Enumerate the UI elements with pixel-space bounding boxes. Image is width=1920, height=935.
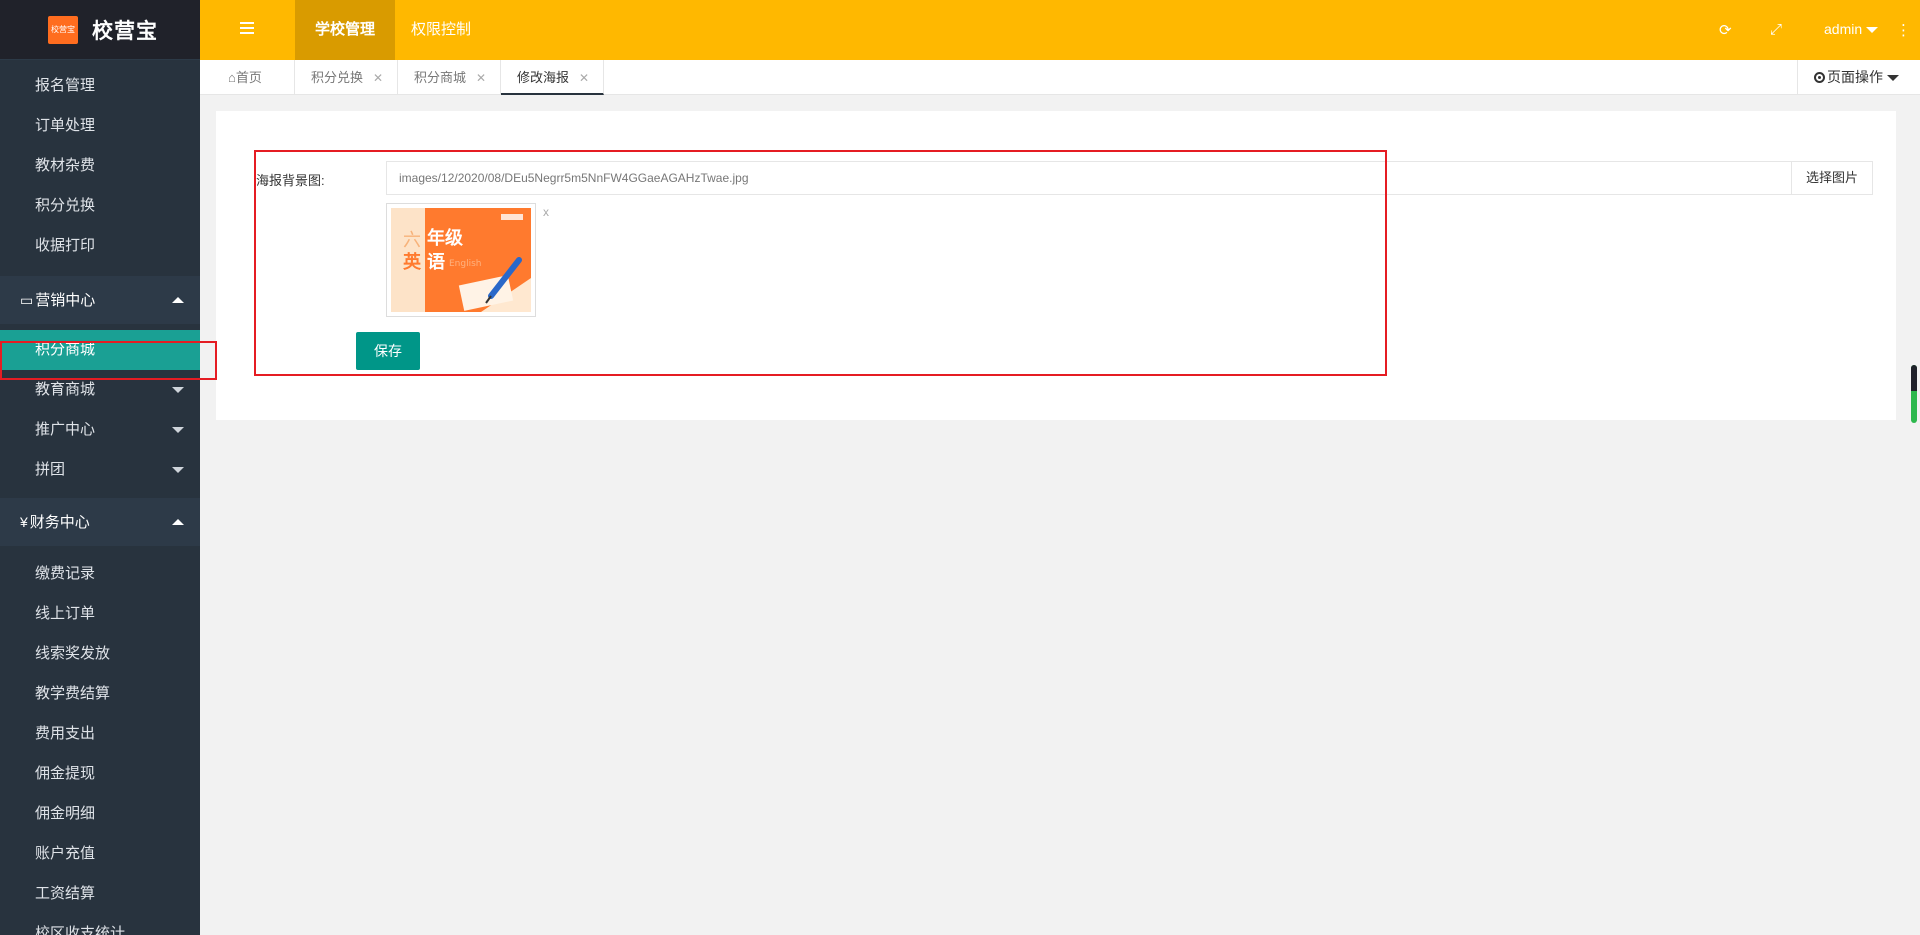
tab-label: 修改海报 <box>517 70 570 85</box>
sidebar-item-label: 缴费记录 <box>35 565 96 582</box>
close-icon[interactable]: ✕ <box>579 71 589 85</box>
sidebar-item-label: 收据打印 <box>35 237 96 254</box>
sidebar-item-promotion[interactable]: 推广中心 <box>0 410 200 450</box>
sidebar-item-label: 拼团 <box>35 461 66 478</box>
tab-edit-poster[interactable]: 修改海报 ✕ <box>501 60 604 95</box>
chevron-down-icon <box>1887 75 1899 82</box>
sidebar-item-top-1[interactable]: 订单处理 <box>0 106 200 146</box>
sidebar-item-finance-5[interactable]: 佣金提现 <box>0 754 200 794</box>
tab-label: 积分商城 <box>414 70 467 85</box>
sidebar: 校营宝 校营宝 报名管理 订单处理 教材杂费 积分兑换 收据打印 ▭ 营销中心 积分商城 … <box>0 0 200 935</box>
target-icon <box>1814 72 1825 83</box>
chevron-down-icon <box>1866 27 1879 34</box>
caret-up-icon <box>172 297 184 303</box>
sidebar-item-label: 推广中心 <box>35 421 96 438</box>
sidebar-item-label: 教育商城 <box>35 381 96 398</box>
scrollbar-thumb-top <box>1911 365 1917 391</box>
sidebar-item-label: 报名管理 <box>35 77 96 94</box>
sidebar-item-top-3[interactable]: 积分兑换 <box>0 186 200 226</box>
tab-label: 积分兑换 <box>311 70 364 85</box>
highlight-box-sidebar <box>0 341 217 380</box>
header-tab-permission[interactable]: 权限控制 <box>391 0 491 60</box>
caret-down-icon <box>172 467 184 473</box>
sidebar-group-label: 财务中心 <box>29 514 90 531</box>
caret-down-icon <box>172 387 184 393</box>
sidebar-group-marketing[interactable]: ▭ 营销中心 <box>0 276 200 324</box>
sidebar-item-label: 线索奖发放 <box>35 645 111 662</box>
user-menu[interactable]: admin <box>1824 21 1879 37</box>
sidebar-item-label: 佣金提现 <box>35 765 96 782</box>
menu-toggle-icon[interactable] <box>240 22 254 36</box>
refresh-icon[interactable]: ⟳ <box>1719 21 1732 39</box>
sidebar-item-top-4[interactable]: 收据打印 <box>0 226 200 266</box>
sidebar-group-label: 营销中心 <box>35 292 96 309</box>
tab-points-exchange[interactable]: 积分兑换 ✕ <box>295 60 398 95</box>
tab-home[interactable]: ⌂首页 <box>200 60 295 95</box>
fullscreen-icon[interactable]: ⤢ <box>1770 21 1782 38</box>
monitor-icon: ▭ <box>20 292 34 308</box>
home-icon: ⌂ <box>228 70 236 85</box>
sidebar-item-label: 教材杂费 <box>35 157 96 174</box>
caret-down-icon <box>172 427 184 433</box>
sidebar-item-label: 订单处理 <box>35 117 96 134</box>
close-icon[interactable]: ✕ <box>373 71 383 85</box>
sidebar-item-top-0[interactable]: 报名管理 <box>0 66 200 106</box>
sidebar-item-finance-6[interactable]: 佣金明细 <box>0 794 200 834</box>
page-ops-label: 页面操作 <box>1827 69 1883 85</box>
tab-label: 首页 <box>235 70 262 85</box>
logo-bar: 校营宝 校营宝 <box>0 0 200 60</box>
sidebar-item-finance-9[interactable]: 校区收支统计 <box>0 914 200 935</box>
app-name: 校营宝 <box>92 19 158 43</box>
sidebar-item-finance-2[interactable]: 线索奖发放 <box>0 634 200 674</box>
sidebar-item-group-buy[interactable]: 拼团 <box>0 450 200 490</box>
more-vertical-icon[interactable]: ⋮ <box>1896 21 1911 39</box>
sidebar-item-label: 费用支出 <box>35 725 96 742</box>
page-operations-dropdown[interactable]: 页面操作 <box>1797 60 1920 95</box>
sidebar-item-label: 线上订单 <box>35 605 96 622</box>
sidebar-item-top-2[interactable]: 教材杂费 <box>0 146 200 186</box>
sidebar-item-label: 工资结算 <box>35 885 96 902</box>
sidebar-item-label: 账户充值 <box>35 845 96 862</box>
sidebar-item-label: 佣金明细 <box>35 805 96 822</box>
sidebar-item-finance-1[interactable]: 线上订单 <box>0 594 200 634</box>
sidebar-item-label: 教学费结算 <box>35 685 111 702</box>
sidebar-item-finance-4[interactable]: 费用支出 <box>0 714 200 754</box>
select-image-button[interactable]: 选择图片 <box>1791 162 1872 194</box>
sidebar-group-finance[interactable]: ¥ 财务中心 <box>0 498 200 546</box>
sidebar-item-finance-3[interactable]: 教学费结算 <box>0 674 200 714</box>
highlight-box-form <box>254 150 1387 376</box>
tab-points-mall[interactable]: 积分商城 ✕ <box>398 60 501 95</box>
sidebar-item-label: 积分兑换 <box>35 197 96 214</box>
sidebar-item-finance-7[interactable]: 账户充值 <box>0 834 200 874</box>
username: admin <box>1824 21 1863 37</box>
close-icon[interactable]: ✕ <box>476 71 486 85</box>
yen-icon: ¥ <box>20 514 28 530</box>
caret-up-icon <box>172 519 184 525</box>
header-tab-school[interactable]: 学校管理 <box>295 0 396 60</box>
sidebar-item-finance-8[interactable]: 工资结算 <box>0 874 200 914</box>
sidebar-item-finance-0[interactable]: 缴费记录 <box>0 554 200 594</box>
top-header: 学校管理 权限控制 ⟳ ⤢ admin ⋮ <box>200 0 1920 60</box>
page-tabs-bar: ⌂首页 积分兑换 ✕ 积分商城 ✕ 修改海报 ✕ 页面操作 <box>200 60 1920 95</box>
logo-icon: 校营宝 <box>48 15 78 44</box>
sidebar-item-label: 校区收支统计 <box>35 925 126 935</box>
